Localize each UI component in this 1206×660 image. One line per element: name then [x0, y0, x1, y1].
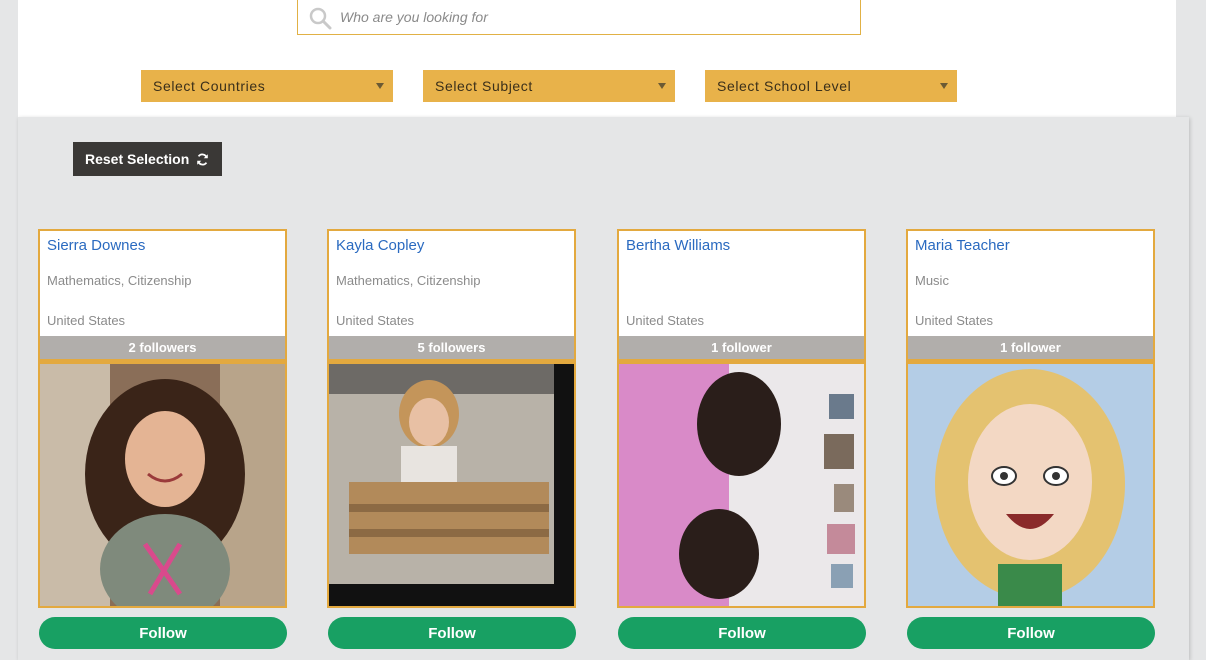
teacher-name-link[interactable]: Bertha Williams	[626, 237, 730, 254]
chevron-down-icon	[376, 83, 384, 89]
teacher-country: United States	[626, 313, 705, 328]
teacher-subjects: Mathematics, Citizenship	[47, 273, 192, 288]
search-icon	[308, 6, 332, 30]
followers-count: 2 followers	[40, 336, 285, 359]
chevron-down-icon	[658, 83, 666, 89]
teacher-card: Kayla Copley Mathematics, Citizenship Un…	[327, 229, 576, 608]
follow-button[interactable]: Follow	[39, 617, 287, 649]
select-countries-label: Select Countries	[153, 78, 266, 94]
search-input[interactable]	[340, 7, 840, 27]
teacher-card: Bertha Williams United States 1 follower	[617, 229, 866, 608]
teacher-card: Maria Teacher Music United States 1 foll…	[906, 229, 1155, 608]
select-countries[interactable]: Select Countries	[141, 70, 393, 102]
teacher-country: United States	[915, 313, 994, 328]
teacher-photo[interactable]	[619, 364, 864, 606]
followers-count: 1 follower	[908, 336, 1153, 359]
reset-selection-button[interactable]: Reset Selection	[73, 142, 222, 176]
follow-button[interactable]: Follow	[907, 617, 1155, 649]
select-subject-label: Select Subject	[435, 78, 533, 94]
teacher-photo[interactable]	[40, 364, 285, 606]
followers-count: 1 follower	[619, 336, 864, 359]
teacher-name-link[interactable]: Kayla Copley	[336, 237, 424, 254]
teacher-name-link[interactable]: Maria Teacher	[915, 237, 1010, 254]
refresh-icon	[197, 153, 208, 166]
teacher-photo[interactable]	[329, 364, 574, 606]
teacher-subjects: Mathematics, Citizenship	[336, 273, 481, 288]
search-bar[interactable]	[297, 0, 861, 35]
teacher-country: United States	[47, 313, 126, 328]
teacher-name-link[interactable]: Sierra Downes	[47, 237, 145, 254]
select-school-level[interactable]: Select School Level	[705, 70, 957, 102]
select-school-level-label: Select School Level	[717, 78, 852, 94]
teacher-photo[interactable]	[908, 364, 1153, 606]
chevron-down-icon	[940, 83, 948, 89]
follow-button[interactable]: Follow	[328, 617, 576, 649]
teacher-country: United States	[336, 313, 415, 328]
reset-selection-label: Reset Selection	[85, 151, 190, 167]
teacher-card: Sierra Downes Mathematics, Citizenship U…	[38, 229, 287, 608]
teacher-subjects: Music	[915, 273, 949, 288]
follow-button[interactable]: Follow	[618, 617, 866, 649]
followers-count: 5 followers	[329, 336, 574, 359]
select-subject[interactable]: Select Subject	[423, 70, 675, 102]
